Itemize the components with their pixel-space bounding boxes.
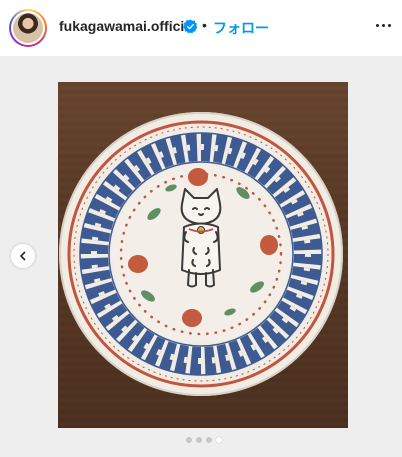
carousel-dot bbox=[186, 437, 192, 443]
plate-illustration bbox=[58, 82, 348, 428]
post-header: fukagawamai.official • フォロー bbox=[0, 0, 402, 56]
post-photo bbox=[58, 82, 348, 428]
chevron-left-glyph bbox=[20, 251, 26, 261]
carousel-dot bbox=[196, 437, 202, 443]
avatar-image bbox=[13, 13, 43, 43]
more-dot bbox=[375, 23, 379, 27]
carousel-indicator bbox=[186, 437, 222, 443]
avatar[interactable] bbox=[9, 9, 47, 47]
follow-button[interactable]: フォロー bbox=[213, 18, 269, 38]
separator-dot: • bbox=[202, 17, 207, 33]
more-dot bbox=[387, 23, 391, 27]
carousel-dot-active bbox=[216, 437, 222, 443]
carousel-dot bbox=[206, 437, 212, 443]
avatar-frame bbox=[11, 11, 45, 45]
more-dot bbox=[381, 23, 385, 27]
chevron-left-icon[interactable] bbox=[11, 244, 35, 268]
verified-badge-icon bbox=[183, 19, 198, 34]
username-link[interactable]: fukagawamai.official bbox=[59, 18, 196, 34]
more-options-icon[interactable] bbox=[372, 14, 394, 36]
